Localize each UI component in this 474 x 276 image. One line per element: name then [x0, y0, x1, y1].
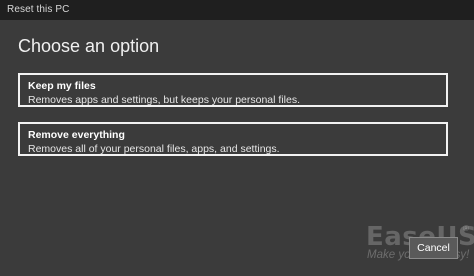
reset-pc-window: Reset this PC Choose an option Keep my f… — [0, 0, 474, 276]
cancel-button[interactable]: Cancel — [409, 237, 458, 259]
option-description: Removes all of your personal files, apps… — [28, 143, 280, 155]
page-heading: Choose an option — [18, 36, 160, 56]
option-title: Keep my files — [28, 80, 96, 92]
window-title: Reset this PC — [7, 4, 70, 15]
option-keep-my-files[interactable]: Keep my files Removes apps and settings,… — [18, 73, 448, 107]
option-title: Remove everything — [28, 129, 125, 141]
watermark-registered-mark: ® — [463, 224, 469, 233]
option-description: Removes apps and settings, but keeps you… — [28, 94, 300, 106]
option-remove-everything[interactable]: Remove everything Removes all of your pe… — [18, 122, 448, 156]
title-bar: Reset this PC — [0, 0, 474, 20]
